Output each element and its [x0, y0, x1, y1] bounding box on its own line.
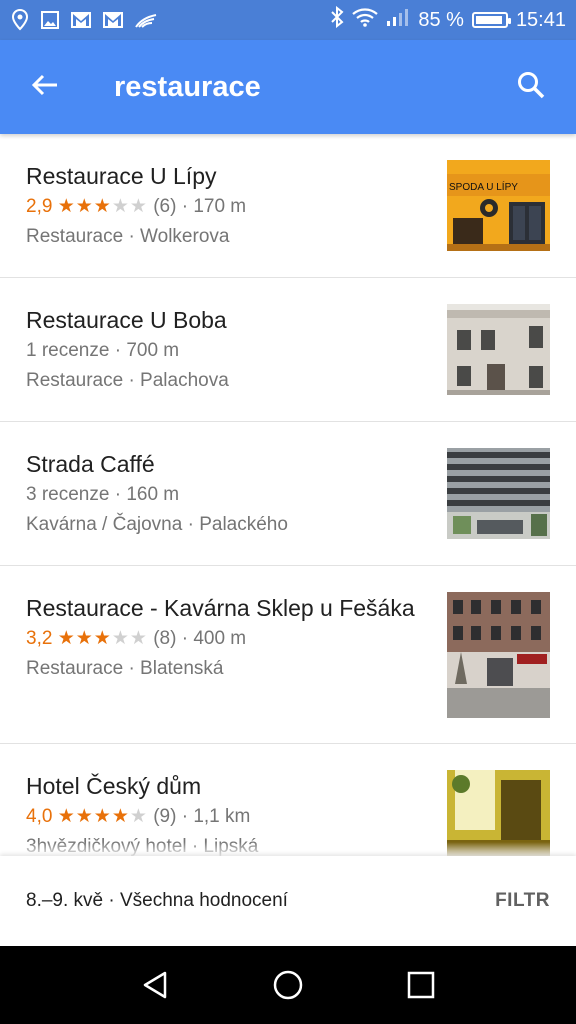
place-name: Strada Caffé [26, 451, 155, 477]
search-button[interactable] [486, 40, 576, 134]
place-name: Restaurace U Boba [26, 307, 227, 333]
place-photo[interactable]: SPODA U LÍPY [447, 160, 550, 251]
reviews-distance: (8) · 400 m [153, 628, 247, 649]
system-status: 85 % 15:41 [330, 5, 566, 34]
back-button[interactable] [0, 40, 90, 134]
gmail-icon [70, 11, 92, 29]
rating-value: 3,2 [26, 628, 53, 649]
star-empty-icon: ★ [129, 196, 148, 217]
location-icon [10, 9, 30, 31]
star-empty-icon: ★ [111, 628, 130, 649]
rating-value: 2,9 [26, 196, 53, 217]
back-triangle-icon[interactable] [141, 970, 169, 1000]
star-empty-icon: ★ [129, 628, 148, 649]
sign-text: SPODA U LÍPY [449, 180, 518, 193]
filter-bar: 8.–9. kvě · Všechna hodnocení FILTR [0, 856, 576, 946]
gmail-icon [102, 11, 124, 29]
navigation-bar [0, 946, 576, 1024]
image-icon [40, 10, 60, 30]
place-photo[interactable] [447, 304, 550, 395]
star-empty-icon: ★ [129, 806, 148, 827]
battery-icon [471, 12, 511, 28]
search-icon [516, 70, 546, 105]
star-filled-icon: ★ [93, 806, 112, 827]
list-item[interactable]: Hotel Český dům 4,0 ★★★★★ (9) · 1,1 km 3… [0, 744, 576, 856]
reviews-distance: (6) · 170 m [153, 196, 247, 217]
place-photo[interactable] [447, 448, 550, 539]
rating-value: 4,0 [26, 806, 53, 827]
place-name: Restaurace U Lípy [26, 163, 217, 189]
star-filled-icon: ★ [57, 628, 76, 649]
signal-icon [386, 7, 410, 33]
star-empty-icon: ★ [111, 196, 130, 217]
clock: 15:41 [515, 8, 566, 31]
home-circle-icon[interactable] [272, 969, 304, 1001]
star-filled-icon: ★ [57, 196, 76, 217]
star-filled-icon: ★ [75, 806, 94, 827]
star-filled-icon: ★ [111, 806, 130, 827]
status-bar: 85 % 15:41 [0, 0, 576, 40]
wifi-icon [352, 7, 379, 33]
list-item[interactable]: Restaurace U Boba 1 recenze · 700 m Rest… [0, 278, 576, 422]
star-filled-icon: ★ [93, 628, 112, 649]
app-bar: restaurace [0, 40, 576, 134]
list-item[interactable]: Strada Caffé 3 recenze · 160 m Kavárna /… [0, 422, 576, 566]
rating-stars: ★★★★★ [58, 806, 148, 827]
list-item[interactable]: Restaurace - Kavárna Sklep u Fešáka 3,2 … [0, 566, 576, 744]
star-filled-icon: ★ [75, 628, 94, 649]
rating-stars: ★★★★★ [58, 628, 148, 649]
star-filled-icon: ★ [93, 196, 112, 217]
notification-icons [10, 9, 158, 31]
place-name: Restaurace - Kavárna Sklep u Fešáka [26, 595, 415, 621]
recents-square-icon[interactable] [407, 971, 435, 999]
place-photo[interactable] [447, 592, 550, 718]
place-name: Hotel Český dům [26, 773, 202, 799]
arrow-left-icon [31, 73, 59, 102]
star-filled-icon: ★ [57, 806, 76, 827]
cast-icon [134, 11, 158, 29]
search-query[interactable]: restaurace [114, 71, 486, 104]
reviews-distance: (9) · 1,1 km [153, 806, 251, 827]
rating-stars: ★★★★★ [58, 196, 148, 217]
battery-percent: 85 % [418, 8, 464, 31]
bluetooth-icon [330, 5, 344, 34]
filter-button[interactable]: FILTR [495, 890, 550, 912]
star-filled-icon: ★ [75, 196, 94, 217]
results-list[interactable]: Restaurace U Lípy 2,9 ★★★★★ (6) · 170 m … [0, 134, 576, 856]
filter-summary[interactable]: 8.–9. kvě · Všechna hodnocení [26, 890, 495, 912]
list-item[interactable]: Restaurace U Lípy 2,9 ★★★★★ (6) · 170 m … [0, 134, 576, 278]
